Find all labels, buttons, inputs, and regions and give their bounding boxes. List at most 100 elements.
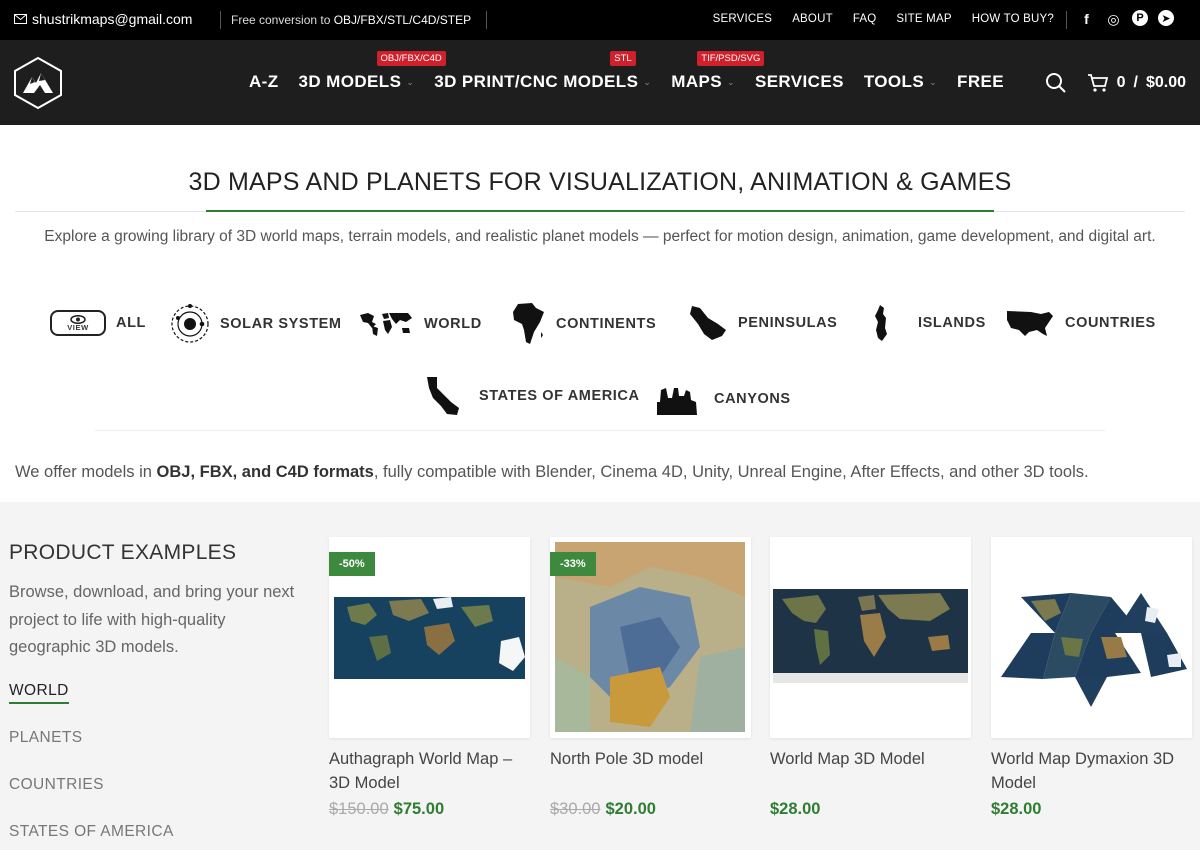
main-header: A-Z OBJ/FBX/C4D 3D MODELS ⌄ STL 3D PRINT… <box>0 40 1200 125</box>
arabian-peninsula-icon <box>690 306 726 340</box>
solar-system-icon <box>171 304 209 343</box>
nav-label: MAPS <box>671 72 722 91</box>
discount-badge: -50% <box>329 552 375 576</box>
format-badge: STL <box>610 51 636 66</box>
product-image[interactable] <box>770 537 971 738</box>
product-card[interactable]: -50% Authagraph World Map – 3D Model $15… <box>329 537 530 818</box>
filter-tab-world[interactable]: WORLD <box>9 682 69 704</box>
category-all[interactable]: VIEW ALL <box>50 310 146 336</box>
category-peninsulas[interactable]: PENINSULAS <box>688 304 837 342</box>
category-label: ALL <box>116 315 146 331</box>
toplink-services[interactable]: SERVICES <box>713 13 773 25</box>
page-title: 3D MAPS AND PLANETS FOR VISUALIZATION, A… <box>188 168 1012 196</box>
discount-badge: -33% <box>550 552 596 576</box>
category-world[interactable]: WORLD <box>358 310 482 338</box>
divider <box>220 11 221 29</box>
envelope-icon <box>14 14 27 24</box>
cart-button[interactable]: 0 / $0.00 <box>1087 73 1186 93</box>
filter-tab-countries[interactable]: COUNTRIES <box>9 776 104 794</box>
sale-price: $28.00 <box>991 800 1042 818</box>
instagram-icon[interactable]: ◎ <box>1105 10 1122 28</box>
nav-item-tools[interactable]: TOOLS ⌄ <box>864 72 937 92</box>
sale-price: $28.00 <box>770 800 821 818</box>
product-image[interactable]: -50% <box>329 537 530 738</box>
category-label: WORLD <box>424 316 482 332</box>
product-price: $28.00 <box>991 800 1041 819</box>
category-countries[interactable]: COUNTRIES <box>1005 308 1156 338</box>
nav-item-free[interactable]: FREE <box>957 72 1004 92</box>
promo-formats: OBJ/FBX/STL/C4D/STEP <box>333 13 472 27</box>
filter-tab-planets[interactable]: PLANETS <box>9 729 82 747</box>
filter-tab-states-of-america[interactable]: STATES OF AMERICA <box>9 823 174 841</box>
formats-text: We offer models in OBJ, FBX, and C4D for… <box>15 463 1089 482</box>
product-name[interactable]: World Map Dymaxion 3D Model <box>991 747 1192 795</box>
section-title: PRODUCT EXAMPLES <box>9 541 237 564</box>
category-label: CONTINENTS <box>556 316 657 332</box>
header-actions: 0 / $0.00 <box>1045 72 1186 94</box>
mountain-logo-icon[interactable] <box>14 57 62 109</box>
product-card[interactable]: -33% North Pole 3D model $30.00 $20.00 <box>550 537 751 818</box>
search-icon[interactable] <box>1045 72 1067 94</box>
product-name[interactable]: Authagraph World Map – 3D Model <box>329 747 530 795</box>
category-canyons[interactable]: CANYONS <box>656 382 791 416</box>
nav-item-services[interactable]: SERVICES <box>755 72 844 92</box>
format-badge: TIF/PSD/SVG <box>697 51 765 66</box>
category-label: CANYONS <box>714 391 791 407</box>
toplink-site-map[interactable]: SITE MAP <box>896 13 951 25</box>
old-price: $150.00 <box>329 800 389 818</box>
main-nav: A-Z OBJ/FBX/C4D 3D MODELS ⌄ STL 3D PRINT… <box>249 51 1024 92</box>
email-text: shustrikmaps@gmail.com <box>32 11 193 27</box>
nav-item-maps[interactable]: TIF/PSD/SVG MAPS ⌄ <box>671 51 765 92</box>
product-name[interactable]: North Pole 3D model <box>550 747 751 771</box>
product-image[interactable]: -33% <box>550 537 751 738</box>
email-link[interactable]: shustrikmaps@gmail.com <box>14 11 192 27</box>
category-islands[interactable]: ISLANDS <box>872 304 986 342</box>
social-links: f ◎ P ➤ <box>1078 10 1174 28</box>
product-price: $150.00 $75.00 <box>329 800 444 819</box>
formats-suffix: , fully compatible with Blender, Cinema … <box>373 463 1089 481</box>
divider <box>486 11 487 29</box>
cart-icon <box>1087 74 1108 92</box>
nav-label: A-Z <box>249 72 279 91</box>
product-image[interactable] <box>991 537 1192 738</box>
formats-highlight: OBJ, FBX, and C4D formats <box>156 463 374 481</box>
island-icon <box>875 305 887 341</box>
format-badge: OBJ/FBX/C4D <box>376 51 446 66</box>
category-continents[interactable]: CONTINENTS <box>512 302 656 346</box>
nav-item-a-z[interactable]: A-Z <box>249 72 279 92</box>
title-underline <box>206 210 994 212</box>
category-label: COUNTRIES <box>1065 315 1156 331</box>
product-card[interactable]: World Map 3D Model $28.00 <box>770 537 971 818</box>
toplink-about[interactable]: ABOUT <box>792 13 833 25</box>
nav-item-3d-print-cnc[interactable]: STL 3D PRINT/CNC MODELS ⌄ <box>434 51 651 92</box>
top-links: SERVICES ABOUT FAQ SITE MAP HOW TO BUY? <box>713 13 1054 25</box>
top-bar: shustrikmaps@gmail.com Free conversion t… <box>0 0 1200 40</box>
world-map-image <box>773 589 968 683</box>
toplink-faq[interactable]: FAQ <box>853 13 877 25</box>
view-label: VIEW <box>67 322 89 332</box>
divider <box>1066 11 1067 29</box>
toplink-how-to-buy[interactable]: HOW TO BUY? <box>972 13 1054 25</box>
cart-separator: / <box>1133 74 1138 91</box>
world-map-icon <box>360 313 412 336</box>
sale-price: $20.00 <box>605 800 656 818</box>
category-label: STATES OF AMERICA <box>479 388 640 404</box>
category-states-of-america[interactable]: STATES OF AMERICA <box>425 376 640 416</box>
product-name[interactable]: World Map 3D Model <box>770 747 971 771</box>
facebook-icon[interactable]: f <box>1078 10 1095 28</box>
california-icon <box>427 377 459 415</box>
africa-icon <box>513 303 544 344</box>
category-solar-system[interactable]: SOLAR SYSTEM <box>170 304 342 344</box>
product-price: $30.00 $20.00 <box>550 800 656 819</box>
nav-item-3d-models[interactable]: OBJ/FBX/C4D 3D MODELS ⌄ <box>299 51 446 92</box>
telegram-icon[interactable]: ➤ <box>1158 10 1174 26</box>
section-description: Browse, download, and bring your next pr… <box>9 583 295 656</box>
promo-text: Free conversion to OBJ/FBX/STL/C4D/STEP <box>231 13 471 27</box>
promo-prefix: Free conversion to <box>231 13 334 27</box>
pinterest-icon[interactable]: P <box>1132 10 1148 26</box>
dymaxion-map-image <box>1001 593 1187 707</box>
nav-label: FREE <box>957 72 1004 91</box>
nav-label: TOOLS <box>863 72 925 91</box>
divider <box>95 430 1105 431</box>
product-card[interactable]: World Map Dymaxion 3D Model $28.00 <box>991 537 1192 818</box>
